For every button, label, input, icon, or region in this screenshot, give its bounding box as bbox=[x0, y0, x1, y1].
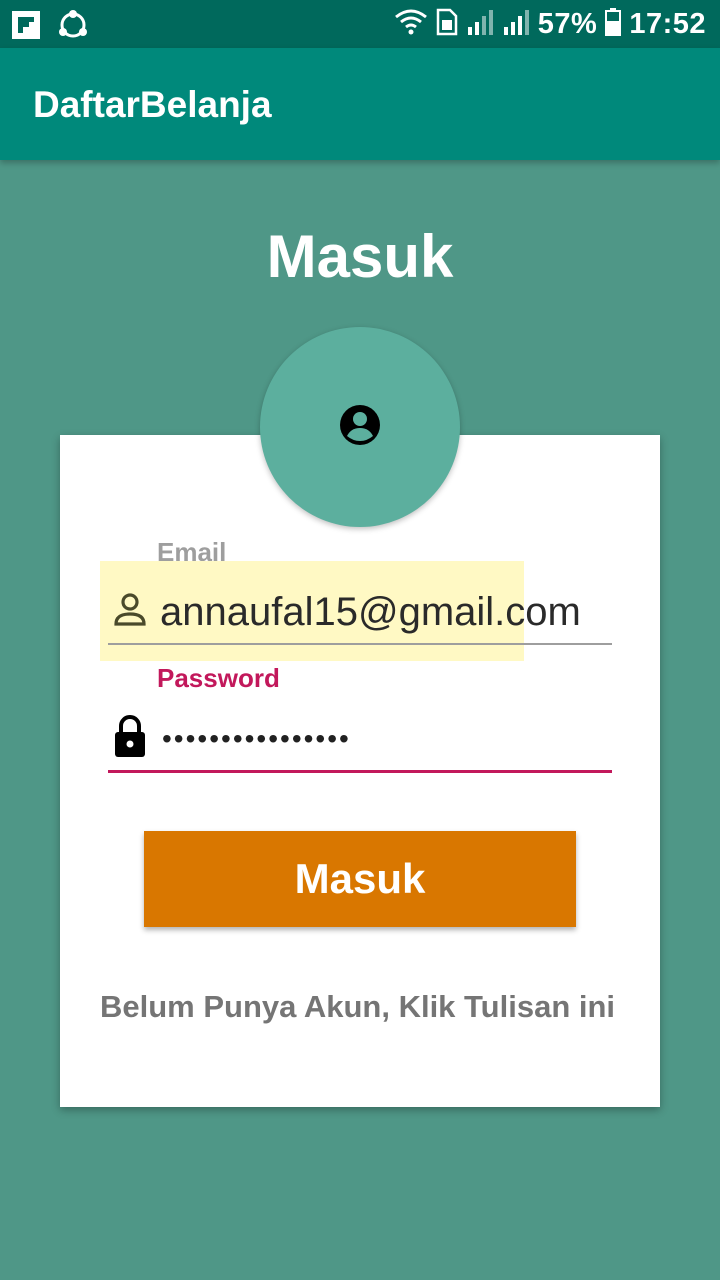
signal-icon bbox=[502, 9, 530, 40]
app-title: DaftarBelanja bbox=[33, 84, 272, 125]
email-input[interactable]: annaufal15@gmail.com bbox=[160, 590, 581, 635]
login-card: Email annaufal15@gmail.com Password ••••… bbox=[60, 435, 660, 1107]
password-input[interactable]: •••••••••••••••• bbox=[162, 723, 351, 755]
flipboard-icon bbox=[12, 11, 40, 44]
person-icon bbox=[108, 588, 152, 637]
status-right: 57% 17:52 bbox=[394, 6, 706, 42]
account-circle-icon bbox=[339, 404, 381, 451]
app-bar: DaftarBelanja bbox=[0, 48, 720, 160]
avatar bbox=[260, 327, 460, 527]
password-field[interactable]: •••••••••••••••• bbox=[108, 707, 612, 773]
wifi-icon bbox=[394, 8, 428, 41]
battery-icon bbox=[605, 7, 622, 41]
share-icon bbox=[58, 10, 88, 45]
lock-icon bbox=[108, 713, 152, 764]
battery-percent: 57% bbox=[537, 7, 598, 40]
password-label: Password bbox=[157, 663, 280, 693]
status-bar: 57% 17:52 bbox=[0, 0, 720, 48]
status-left-icons bbox=[12, 10, 88, 45]
sim-icon bbox=[436, 8, 458, 41]
clock: 17:52 bbox=[629, 7, 706, 40]
signal-icon bbox=[466, 9, 494, 40]
email-field[interactable]: annaufal15@gmail.com bbox=[108, 581, 612, 645]
page-title: Masuk bbox=[266, 223, 454, 290]
register-link[interactable]: Belum Punya Akun, Klik Tulisan ini bbox=[100, 987, 620, 1027]
login-button[interactable]: Masuk bbox=[144, 831, 576, 927]
